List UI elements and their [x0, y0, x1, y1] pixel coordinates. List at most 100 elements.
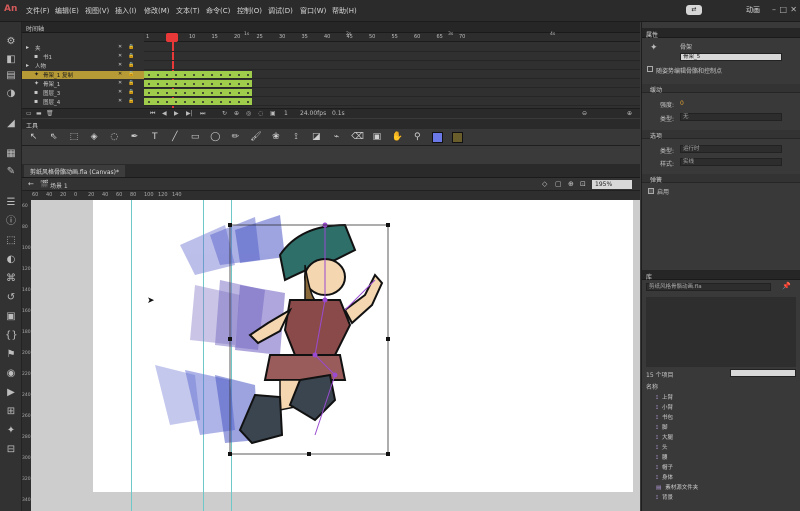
library-item[interactable]: ⟟ 大腿	[656, 433, 673, 442]
library-column-name[interactable]: 名称	[646, 382, 658, 391]
first-frame-icon[interactable]: ⏮	[150, 110, 155, 118]
oval-icon[interactable]: ◯	[210, 132, 221, 143]
eraser-icon[interactable]: ⌫	[351, 132, 364, 143]
keyframe[interactable]	[157, 101, 159, 103]
menu-text[interactable]: 文本(T)	[176, 6, 200, 16]
layer-frames[interactable]	[144, 62, 640, 70]
keyframe[interactable]	[166, 74, 168, 76]
keyframe[interactable]	[202, 74, 204, 76]
code-snippets-icon[interactable]: {}	[5, 330, 18, 342]
clip-icon[interactable]: ▢	[555, 180, 562, 188]
timeline-layer-row[interactable]: ▪ 图层_3 ✕ 🔒	[22, 89, 144, 97]
menu-view[interactable]: 视图(V)	[85, 6, 109, 16]
keyframe[interactable]	[202, 83, 204, 85]
frame-span[interactable]	[144, 98, 252, 106]
text-icon[interactable]: T	[149, 132, 160, 143]
keyframe[interactable]	[157, 83, 159, 85]
close-icon[interactable]: ✕	[790, 5, 797, 14]
minimize-icon[interactable]: –	[772, 5, 776, 14]
menu-file[interactable]: 文件(F)	[26, 6, 50, 16]
layer-name[interactable]: 图层_3	[43, 89, 60, 97]
lock-toggle-icon[interactable]: 🔒	[128, 62, 134, 68]
new-layer-icon[interactable]: ▭	[26, 110, 32, 117]
guide-line[interactable]	[131, 200, 132, 511]
library-item[interactable]: ⟟ 上臂	[656, 393, 673, 402]
library-item[interactable]: ▤ 素材源文件夹	[656, 483, 698, 491]
timeline-layer-row[interactable]: ✦ 骨架_1 ✕ 🔒	[22, 80, 144, 88]
timeline-layer-row[interactable]: ✦ 骨架_1 复制 ✕ 🔒	[22, 71, 144, 79]
lock-toggle-icon[interactable]: 🔒	[128, 98, 134, 104]
zoom-select[interactable]: 195%	[592, 180, 632, 189]
eye-toggle-icon[interactable]: ✕	[118, 89, 122, 95]
layer-name[interactable]: 书1	[43, 53, 52, 61]
lock-toggle-icon[interactable]: 🔒	[128, 53, 134, 59]
keyframe[interactable]	[229, 101, 231, 103]
keyframe[interactable]	[166, 83, 168, 85]
selection-icon[interactable]: ↖	[28, 132, 39, 143]
menu-edit[interactable]: 编辑(E)	[55, 6, 79, 16]
edit-symbols-icon[interactable]: ◇	[542, 180, 547, 188]
timeline-layer-row[interactable]: ▸ 夹 ✕ 🔒	[22, 44, 144, 52]
keyframe[interactable]	[193, 74, 195, 76]
keyframe[interactable]	[184, 74, 186, 76]
keyframe[interactable]	[184, 101, 186, 103]
keyframe[interactable]	[148, 101, 150, 103]
keyframe[interactable]	[238, 92, 240, 94]
keyframe[interactable]	[220, 101, 222, 103]
output-panel-icon[interactable]: ▤	[5, 70, 17, 82]
zoom-timeline-icon[interactable]: ⊖	[582, 110, 587, 117]
deco-icon[interactable]: ❀	[270, 132, 281, 143]
timeline-panel-icon[interactable]: ⚙	[5, 36, 17, 48]
keyframe[interactable]	[175, 101, 177, 103]
back-arrow-icon[interactable]: ←	[28, 180, 34, 188]
keyframe[interactable]	[193, 83, 195, 85]
style-select[interactable]: 实线	[680, 158, 782, 166]
menu-help[interactable]: 帮助(H)	[332, 6, 357, 16]
keyframe[interactable]	[211, 83, 213, 85]
play-icon[interactable]: ▶	[174, 110, 179, 117]
timeline-layer-row[interactable]: ▪ 书1 ✕ 🔒	[22, 53, 144, 61]
keyframe[interactable]	[175, 74, 177, 76]
center-frame-icon[interactable]: ⊕	[234, 110, 239, 117]
keyframe[interactable]	[184, 92, 186, 94]
maximize-icon[interactable]: □	[779, 5, 787, 14]
rectangle-icon[interactable]: ▭	[190, 132, 201, 143]
keyframe[interactable]	[247, 101, 249, 103]
lock-toggle-icon[interactable]: 🔒	[128, 71, 134, 77]
lock-toggle-icon[interactable]: 🔒	[128, 80, 134, 86]
frame-span[interactable]	[144, 80, 252, 88]
library-search-input[interactable]	[730, 369, 796, 377]
project-icon[interactable]: ⊟	[5, 444, 17, 456]
spring-checkbox[interactable]	[648, 188, 654, 194]
current-frame[interactable]: 1	[284, 110, 288, 117]
library-item[interactable]: ⟟ 背景	[656, 493, 673, 502]
next-frame-icon[interactable]: ▶|	[186, 110, 193, 117]
hand-icon[interactable]: ✋	[392, 132, 403, 143]
onion-skin-icon[interactable]: ◎	[246, 110, 251, 117]
character-artwork[interactable]	[140, 205, 400, 460]
eye-toggle-icon[interactable]: ✕	[118, 53, 122, 59]
keyframe[interactable]	[220, 83, 222, 85]
lock-toggle-icon[interactable]: 🔒	[128, 44, 134, 50]
center-stage-icon[interactable]: ⊕	[568, 180, 574, 188]
options-type-select[interactable]: 运行时	[680, 145, 782, 153]
motion-presets-icon[interactable]: ✦	[5, 425, 17, 437]
scene-label[interactable]: 场景 1	[50, 181, 68, 190]
keyframe[interactable]	[211, 92, 213, 94]
spring-section[interactable]: 弹簧	[642, 174, 800, 184]
tools-panel-icon[interactable]: ◢	[5, 118, 17, 130]
color-panel-icon[interactable]: ◐	[5, 254, 17, 266]
layer-name[interactable]: 人物	[35, 62, 46, 70]
keyframe[interactable]	[202, 101, 204, 103]
info-panel-icon[interactable]: ⓘ	[5, 216, 17, 228]
keyframe[interactable]	[166, 92, 168, 94]
frame-rate[interactable]: 24.00fps	[300, 110, 326, 117]
workspace-switcher[interactable]: 动画	[746, 5, 760, 15]
layer-name[interactable]: 骨架_1	[43, 80, 60, 88]
3d-rotation-icon[interactable]: ◈	[89, 132, 100, 143]
document-tab[interactable]: 剪纸风格骨骼动画.fla (Canvas)*	[24, 165, 125, 177]
keyframe[interactable]	[193, 92, 195, 94]
layer-name[interactable]: 骨架_1 复制	[43, 71, 73, 79]
keyframe[interactable]	[238, 74, 240, 76]
menu-commands[interactable]: 命令(C)	[206, 6, 230, 16]
